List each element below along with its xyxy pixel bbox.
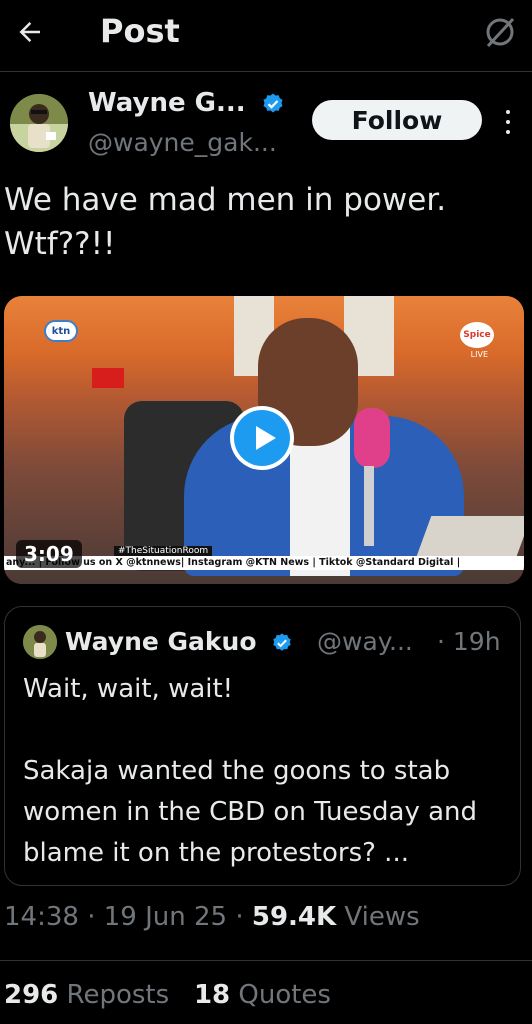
quotes-label: Quotes (238, 980, 331, 1010)
more-dot-icon (506, 120, 510, 124)
flag-decoration (92, 368, 124, 388)
quoted-author-handle: @way... (317, 627, 413, 656)
quoted-post-text: Wait, wait, wait! Sakaja wanted the goon… (23, 674, 478, 868)
author-name[interactable]: Wayne G... (88, 88, 285, 118)
microphone-shape (354, 408, 390, 468)
author-handle[interactable]: @wayne_gak... (88, 128, 277, 157)
quoted-author-name: Wayne Gakuo (65, 627, 293, 656)
more-dot-icon (506, 110, 510, 114)
top-bar: Post (0, 0, 532, 72)
news-ticker: any... | Follow us on X @ktnnews| Instag… (4, 556, 524, 570)
verified-badge-icon (263, 93, 283, 112)
author-avatar[interactable] (10, 94, 68, 152)
grok-icon (486, 17, 515, 48)
more-options-button[interactable] (496, 104, 520, 140)
views-label: Views (344, 902, 420, 932)
post-time: 14:38 (4, 902, 79, 932)
follow-button[interactable]: Follow (312, 100, 482, 140)
quotes-link[interactable]: 18 Quotes (194, 980, 331, 1010)
video-duration: 3:09 (16, 540, 82, 568)
grok-button[interactable] (482, 14, 518, 50)
post-stats: 296 Reposts 18 Quotes (4, 980, 331, 1010)
show-tag: #TheSituationRoom (114, 546, 213, 556)
ktn-logo: ktn (44, 320, 78, 342)
separator: · (235, 902, 252, 932)
quoted-post[interactable]: Wayne Gakuo @way... · 19h Wait, wait, wa… (4, 606, 521, 886)
microphone-arm (364, 466, 374, 546)
post-date: 19 Jun 25 (103, 902, 228, 932)
play-button[interactable] (230, 406, 294, 470)
quotes-count: 18 (193, 980, 231, 1010)
quoted-author-avatar (23, 625, 57, 659)
spice-logo: Spice (460, 322, 494, 348)
post-meta: 14:38 · 19 Jun 25 · 59.4K Views (4, 902, 420, 932)
reposts-link[interactable]: 296 Reposts (4, 980, 169, 1010)
reposts-count: 296 (4, 980, 59, 1010)
page-title: Post (100, 12, 180, 50)
separator: · (87, 902, 104, 932)
views-count: 59.4K (251, 902, 337, 932)
verified-badge-icon (273, 633, 291, 651)
play-icon (234, 410, 290, 466)
video-player[interactable]: ktn Spice LIVE #TheSituationRoom any... … (4, 296, 524, 584)
divider (0, 960, 532, 961)
more-dot-icon (506, 130, 510, 134)
quoted-post-time: · 19h (437, 627, 501, 656)
reposts-label: Reposts (66, 980, 170, 1010)
desk-papers (416, 516, 524, 556)
tweet-text: We have mad men in power. Wtf??!! (4, 182, 447, 262)
back-button[interactable] (10, 12, 50, 52)
arrow-left-icon (19, 22, 40, 42)
live-label: LIVE (470, 350, 488, 359)
person-shirt (290, 426, 350, 576)
